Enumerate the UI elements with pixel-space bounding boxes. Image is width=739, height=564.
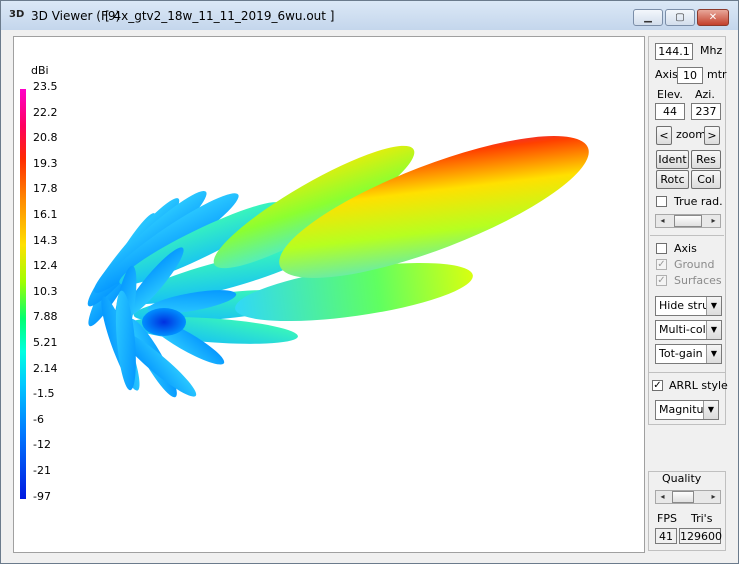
viewer-window: 3D 3D Viewer (F9) [ 4x_gtv2_18w_11_11_20… [0, 0, 739, 564]
scale-tick-label: 16.1 [33, 208, 58, 221]
zoom-in-button[interactable]: > [704, 126, 720, 145]
scale-tick-label: 10.3 [33, 284, 58, 298]
slider-thumb[interactable] [674, 215, 702, 227]
chevron-down-icon[interactable]: ▼ [706, 345, 721, 363]
scale-tick-label: 17.8 [33, 182, 58, 196]
axis-checkbox[interactable] [656, 243, 667, 254]
true-rad-checkbox[interactable] [656, 196, 667, 207]
scale-tick-label: 7.88 [33, 310, 58, 324]
elevation-label: Elev. [657, 88, 683, 101]
surfaces-check-label: Surfaces [674, 274, 722, 287]
structure-select[interactable]: Hide struc ▼ [655, 296, 722, 316]
res-button[interactable]: Res [691, 150, 721, 169]
color-mode-select[interactable]: Multi-colo ▼ [655, 320, 722, 340]
chevron-down-icon[interactable]: ▼ [706, 297, 721, 315]
scale-unit: dBi [31, 64, 49, 77]
close-button[interactable]: ✕ [697, 9, 729, 26]
frequency-field[interactable]: 144.1 [655, 43, 693, 60]
quality-slider[interactable]: ◂ ▸ [655, 490, 721, 504]
minimize-icon: ▁ [644, 12, 652, 23]
slider-right-arrow-icon[interactable]: ▸ [707, 215, 720, 227]
chevron-down-icon[interactable]: ▼ [703, 401, 718, 419]
scale-tick-label: 2.14 [33, 361, 58, 375]
axis-check-label: Axis [674, 242, 697, 255]
pattern-core [142, 308, 186, 336]
zoom-out-button[interactable]: < [656, 126, 672, 145]
col-button[interactable]: Col [691, 170, 721, 189]
quality-label: Quality [660, 472, 704, 485]
scale-tick-label: 19.3 [33, 156, 58, 170]
scale-tick-label: 22.2 [33, 105, 58, 119]
axis-size-label: Axis [655, 68, 678, 81]
maximize-icon: ▢ [675, 12, 685, 23]
zoom-label: zoom [676, 128, 706, 141]
scale-tick-label: 23.5 [33, 80, 58, 93]
gain-select[interactable]: Tot-gain ▼ [655, 344, 722, 364]
axis-size-unit: mtr [707, 68, 727, 81]
elevation-field[interactable]: 44 [655, 103, 685, 120]
azimuth-field[interactable]: 237 [691, 103, 721, 120]
ground-checkbox[interactable]: ✓ [656, 259, 667, 270]
quality-left-arrow-icon[interactable]: ◂ [656, 491, 669, 503]
scale-tick-label: 5.21 [33, 336, 58, 349]
fps-value: 41 [655, 528, 677, 544]
maximize-button[interactable]: ▢ [665, 9, 695, 26]
surfaces-checkbox[interactable]: ✓ [656, 275, 667, 286]
app-icon: 3D [9, 9, 25, 20]
tris-label: Tri's [691, 512, 713, 525]
scale-tick-label: -1.5 [33, 387, 55, 401]
title-bar[interactable]: 3D 3D Viewer (F9) [ 4x_gtv2_18w_11_11_20… [1, 1, 738, 30]
radiation-pattern-plot[interactable] [14, 37, 644, 552]
ground-check-label: Ground [674, 258, 715, 271]
scale-tick-label: 12.4 [33, 259, 58, 273]
scale-tick-label: 20.8 [33, 131, 58, 145]
close-icon: ✕ [708, 12, 718, 23]
ident-button[interactable]: Ident [656, 150, 689, 169]
3d-viewport[interactable] [13, 36, 645, 553]
scale-tick-label: -21 [33, 464, 51, 477]
arrl-style-label: ARRL style [669, 379, 728, 392]
panel-divider [650, 235, 724, 236]
true-rad-label: True rad. [674, 195, 723, 208]
scale-tick-label: -97 [33, 489, 51, 503]
scale-tick-label: -6 [33, 412, 44, 426]
azimuth-label: Azi. [695, 88, 715, 101]
scale-tick-label: 14.3 [33, 233, 58, 247]
chevron-down-icon[interactable]: ▼ [706, 321, 721, 339]
radius-slider[interactable]: ◂ ▸ [655, 214, 721, 228]
file-name: [ 4x_gtv2_18w_11_11_2019_6wu.out ] [105, 9, 335, 23]
quality-right-arrow-icon[interactable]: ▸ [707, 491, 720, 503]
minimize-button[interactable]: ▁ [633, 9, 663, 26]
slider-left-arrow-icon[interactable]: ◂ [656, 215, 669, 227]
rotc-button[interactable]: Rotc [656, 170, 689, 189]
gain-select-value: Tot-gain [659, 347, 703, 360]
tris-value: 129600 [679, 528, 722, 544]
fps-label: FPS [657, 512, 677, 525]
color-mode-select-value: Multi-colo [659, 323, 713, 336]
arrl-style-checkbox[interactable]: ✓ [652, 380, 663, 391]
color-scale-bar [20, 89, 26, 499]
quality-slider-thumb[interactable] [672, 491, 694, 503]
scale-tick-label: -12 [33, 438, 51, 452]
frequency-unit: Mhz [700, 44, 723, 57]
magnitude-select[interactable]: Magnitud ▼ [655, 400, 719, 420]
axis-size-field[interactable]: 10 [677, 67, 703, 84]
